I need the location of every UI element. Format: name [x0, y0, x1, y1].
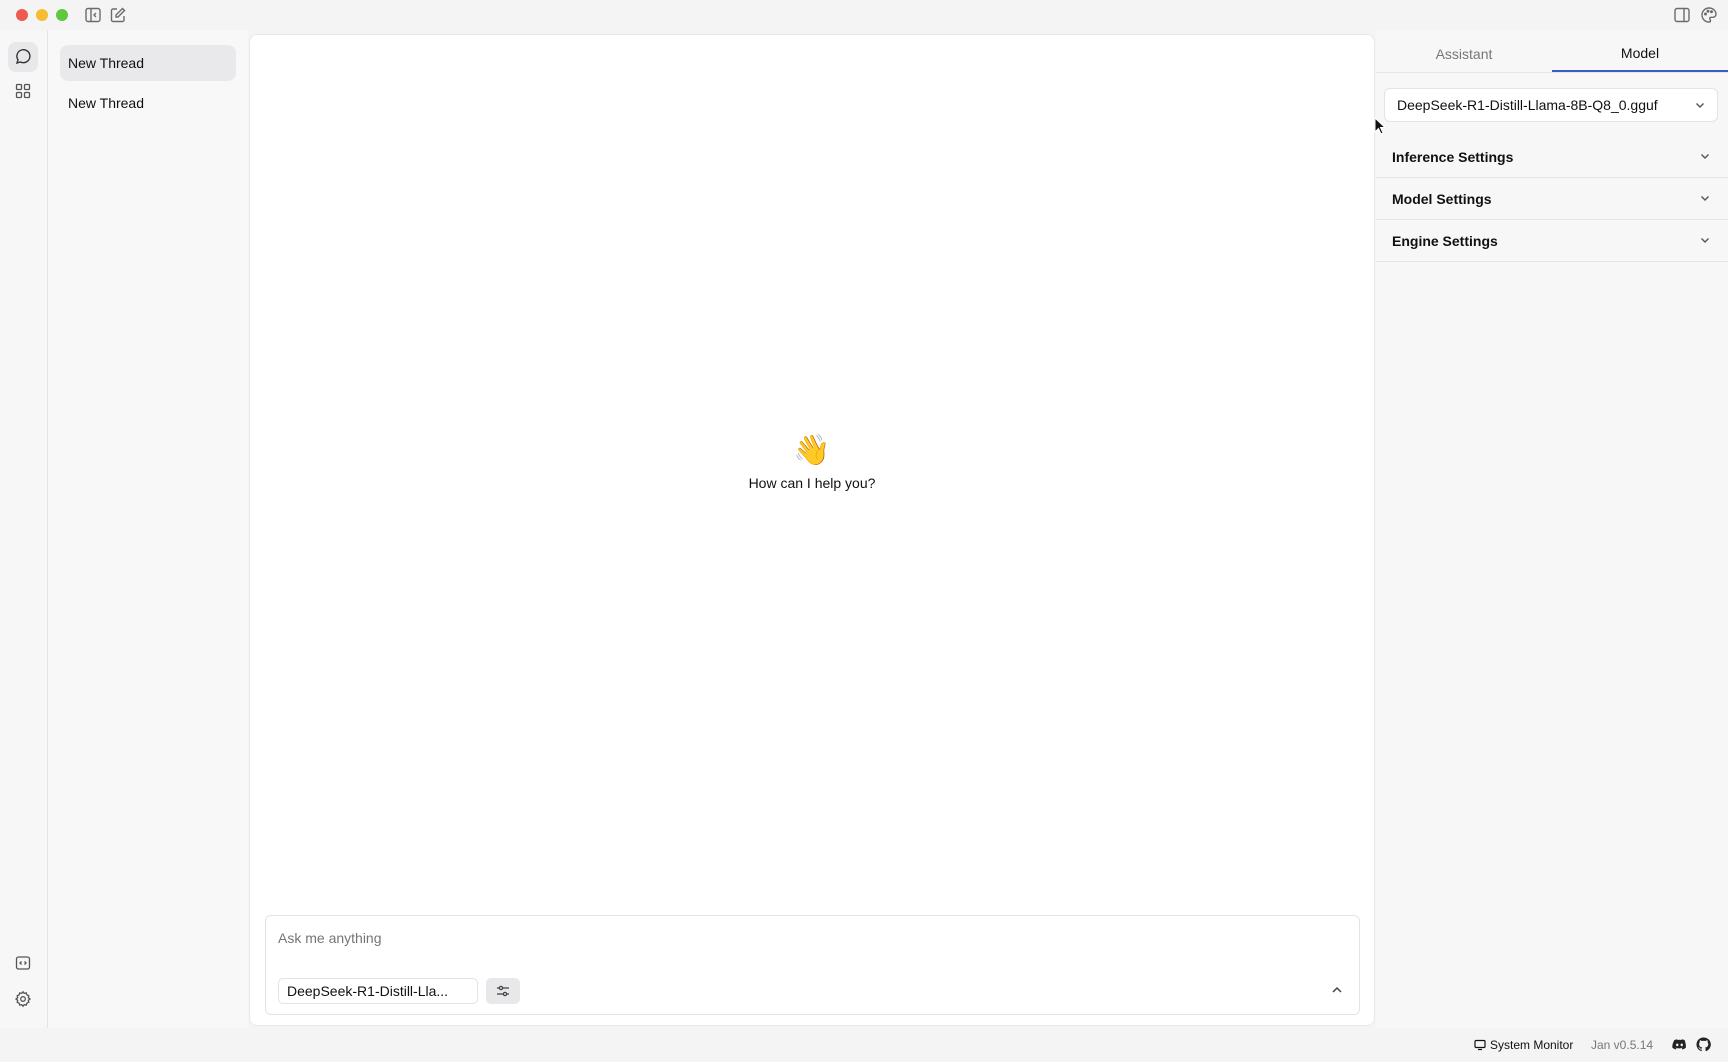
- minimize-window-button[interactable]: [36, 9, 48, 21]
- close-window-button[interactable]: [16, 9, 28, 21]
- engine-settings-section[interactable]: Engine Settings: [1376, 220, 1728, 262]
- right-panel-tabs: Assistant Model: [1376, 36, 1728, 73]
- title-bar: [0, 0, 1728, 30]
- chat-bubble-icon: [15, 49, 31, 65]
- monitor-icon: [1474, 1039, 1486, 1051]
- system-monitor-label: System Monitor: [1490, 1038, 1574, 1052]
- waving-hand-icon: 👋: [793, 434, 831, 467]
- app-version: Jan v0.5.14: [1591, 1038, 1654, 1052]
- grid-icon: [15, 83, 31, 99]
- chevron-down-icon: [1701, 154, 1709, 159]
- theme-palette-icon[interactable]: [1700, 6, 1718, 24]
- gear-icon: [14, 990, 32, 1008]
- model-settings-button[interactable]: [486, 978, 520, 1004]
- thread-item[interactable]: New Thread: [60, 85, 236, 121]
- section-label: Model Settings: [1392, 190, 1492, 207]
- welcome-message: 👋 How can I help you?: [250, 433, 1374, 491]
- toggle-right-panel-icon[interactable]: [1673, 6, 1691, 24]
- section-label: Engine Settings: [1392, 232, 1498, 249]
- github-icon[interactable]: [1696, 1037, 1711, 1052]
- settings-nav-button[interactable]: [8, 984, 38, 1014]
- status-bar: System Monitor Jan v0.5.14: [0, 1028, 1728, 1062]
- section-label: Inference Settings: [1392, 148, 1514, 165]
- chevron-down-icon: [1701, 238, 1709, 243]
- tab-assistant[interactable]: Assistant: [1376, 36, 1552, 72]
- mouse-cursor-icon: [1374, 117, 1386, 135]
- welcome-text: How can I help you?: [748, 475, 876, 491]
- sliders-icon: [497, 985, 509, 997]
- model-selector-chip[interactable]: DeepSeek-R1-Distill-Lla...: [278, 978, 478, 1004]
- tab-model[interactable]: Model: [1552, 36, 1728, 72]
- thread-list: New Thread New Thread: [48, 30, 248, 1028]
- inference-settings-section[interactable]: Inference Settings: [1376, 136, 1728, 178]
- chevron-down-icon: [1701, 196, 1709, 201]
- chevron-down-icon: [1696, 103, 1704, 108]
- discord-icon[interactable]: [1672, 1037, 1687, 1052]
- new-thread-icon[interactable]: [109, 6, 127, 24]
- local-api-server-button[interactable]: [8, 948, 38, 978]
- thread-item[interactable]: New Thread: [60, 45, 236, 81]
- message-composer: DeepSeek-R1-Distill-Lla...: [265, 915, 1360, 1015]
- model-settings-section[interactable]: Model Settings: [1376, 178, 1728, 220]
- code-window-icon: [15, 956, 31, 970]
- toggle-left-panel-icon[interactable]: [84, 6, 102, 24]
- model-dropdown[interactable]: DeepSeek-R1-Distill-Llama-8B-Q8_0.gguf: [1384, 88, 1718, 122]
- model-dropdown-value: DeepSeek-R1-Distill-Llama-8B-Q8_0.gguf: [1397, 97, 1658, 113]
- chat-nav-button[interactable]: [8, 42, 38, 72]
- left-rail: [0, 30, 48, 1028]
- right-panel: Assistant Model DeepSeek-R1-Distill-Llam…: [1376, 30, 1728, 1028]
- maximize-window-button[interactable]: [56, 9, 68, 21]
- hub-nav-button[interactable]: [8, 76, 38, 106]
- chat-panel: 👋 How can I help you? DeepSeek-R1-Distil…: [249, 34, 1375, 1026]
- chevron-up-icon[interactable]: [1329, 982, 1345, 998]
- system-monitor-button[interactable]: System Monitor: [1474, 1038, 1573, 1052]
- message-input[interactable]: [278, 930, 1338, 946]
